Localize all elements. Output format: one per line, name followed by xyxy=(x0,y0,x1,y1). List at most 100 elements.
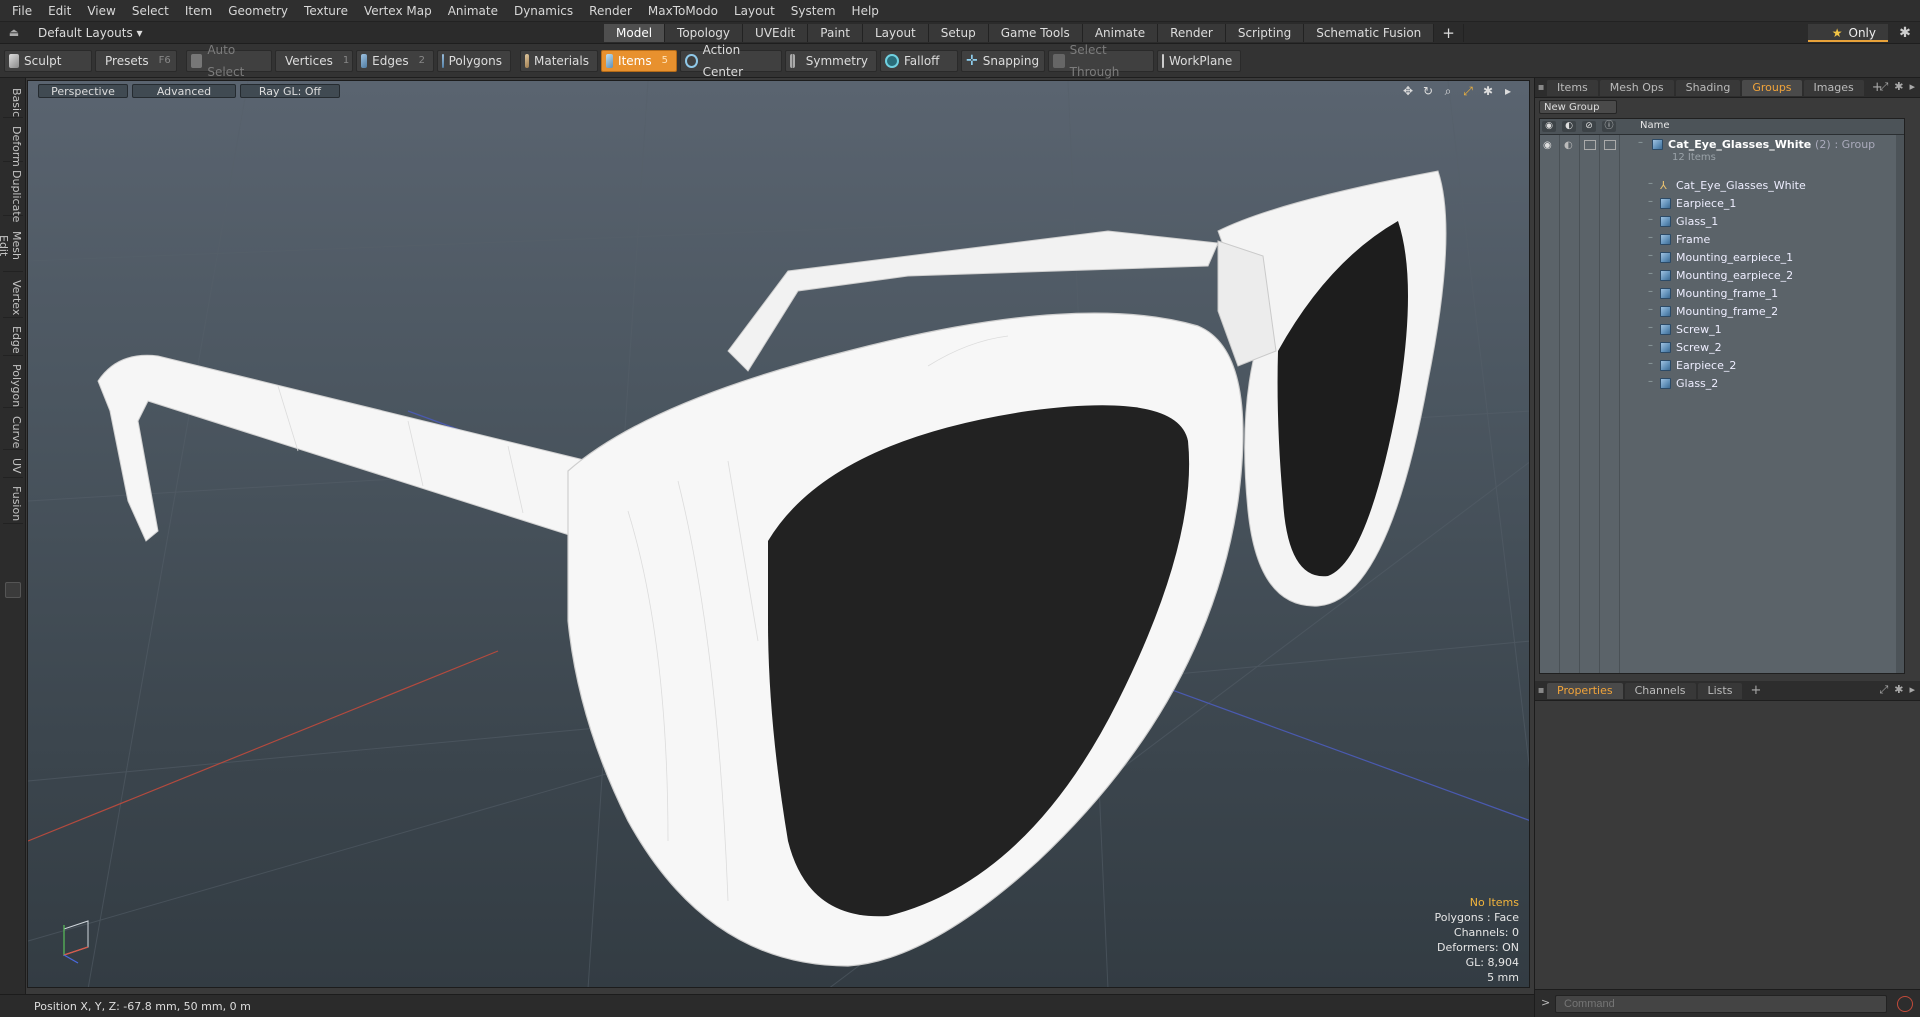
menu-help[interactable]: Help xyxy=(844,0,887,22)
expand-properties-icon[interactable]: ⤢ xyxy=(1879,683,1888,697)
list-item[interactable]: – Glass_2 xyxy=(1540,375,1904,393)
tab-images[interactable]: Images xyxy=(1803,79,1864,96)
add-tab-button[interactable]: + xyxy=(1434,24,1464,42)
tool-panel-toggle[interactable] xyxy=(5,582,21,598)
vtab-fusion[interactable]: Fusion xyxy=(3,482,23,524)
new-group-button[interactable]: New Group xyxy=(1539,100,1617,114)
record-macro-icon[interactable] xyxy=(1897,996,1913,1012)
list-item[interactable]: – ⅄ Cat_Eye_Glasses_White xyxy=(1540,177,1904,195)
visibility-header-icon[interactable]: ◉ xyxy=(1542,121,1556,132)
falloff-button[interactable]: Falloff xyxy=(880,49,958,72)
list-item[interactable]: – Screw_1 xyxy=(1540,321,1904,339)
presets-button[interactable]: Presets F6 xyxy=(95,49,177,72)
list-item[interactable]: – Earpiece_1 xyxy=(1540,195,1904,213)
menu-geometry[interactable]: Geometry xyxy=(220,0,296,22)
vtab-vertex[interactable]: Vertex xyxy=(3,276,23,318)
tab-channels[interactable]: Channels xyxy=(1624,682,1696,699)
select-header-icon[interactable]: ⓘ xyxy=(1602,121,1616,132)
add-properties-tab-icon[interactable]: + xyxy=(1744,683,1767,698)
select-through-button[interactable]: Select Through xyxy=(1048,43,1154,79)
auto-select-button[interactable]: Auto Select xyxy=(186,43,272,79)
sculpt-button[interactable]: Sculpt xyxy=(4,49,92,72)
menu-edit[interactable]: Edit xyxy=(40,0,79,22)
tab-shading[interactable]: Shading xyxy=(1675,79,1741,96)
raygl-button[interactable]: Ray GL: Off xyxy=(240,84,340,98)
menu-vertex-map[interactable]: Vertex Map xyxy=(356,0,440,22)
menu-layout[interactable]: Layout xyxy=(726,0,783,22)
tab-layout[interactable]: Layout xyxy=(862,24,929,42)
menu-view[interactable]: View xyxy=(79,0,123,22)
panel-menu-icon[interactable]: ▸ xyxy=(1909,80,1915,94)
properties-grip-icon[interactable]: ▪ xyxy=(1535,685,1547,696)
properties-settings-icon[interactable]: ✱ xyxy=(1894,683,1903,697)
menu-texture[interactable]: Texture xyxy=(296,0,356,22)
vtab-uv[interactable]: UV xyxy=(3,454,23,478)
vtab-deform[interactable]: Deform xyxy=(3,122,23,167)
menu-maxtomodo[interactable]: MaxToModo xyxy=(640,0,726,22)
list-item[interactable]: – Earpiece_2 xyxy=(1540,357,1904,375)
vtab-mesh-edit[interactable]: Mesh Edit xyxy=(0,220,23,272)
3d-viewport[interactable]: Perspective Advanced Ray GL: Off ✥ ↻ ⌕ ⤢… xyxy=(27,80,1530,988)
collapse-icon[interactable]: – xyxy=(1638,137,1643,148)
expand-panel-icon[interactable]: ⤢ xyxy=(1879,80,1888,94)
menu-dynamics[interactable]: Dynamics xyxy=(506,0,581,22)
command-input[interactable] xyxy=(1555,995,1887,1013)
menu-animate[interactable]: Animate xyxy=(440,0,506,22)
tab-render[interactable]: Render xyxy=(1158,24,1226,42)
list-item[interactable]: – Mounting_frame_1 xyxy=(1540,285,1904,303)
tab-lists[interactable]: Lists xyxy=(1697,682,1743,699)
properties-menu-icon[interactable]: ▸ xyxy=(1909,683,1915,697)
materials-button[interactable]: Materials xyxy=(520,49,598,72)
panel-grip-icon[interactable]: ▪ xyxy=(1535,82,1547,93)
move-view-icon[interactable]: ✥ xyxy=(1401,84,1415,99)
shading-mode-button[interactable]: Advanced xyxy=(132,84,236,98)
vtab-duplicate[interactable]: Duplicate xyxy=(3,166,23,222)
snapping-button[interactable]: ✛ Snapping xyxy=(961,49,1045,72)
view-mode-button[interactable]: Perspective xyxy=(38,84,128,98)
tab-setup[interactable]: Setup xyxy=(928,24,989,42)
vertices-button[interactable]: Vertices 1 xyxy=(275,49,353,72)
vtab-edge[interactable]: Edge xyxy=(3,322,23,356)
select-toggle[interactable] xyxy=(1604,140,1616,150)
vtab-curve[interactable]: Curve xyxy=(3,412,23,450)
panel-settings-icon[interactable]: ✱ xyxy=(1894,80,1903,94)
viewport-settings-icon[interactable]: ✱ xyxy=(1481,84,1495,99)
workplane-button[interactable]: WorkPlane xyxy=(1157,49,1241,72)
action-center-button[interactable]: Action Center xyxy=(680,43,782,79)
group-row[interactable]: ◉ ◐ – Cat_Eye_Glasses_White (2) : Group xyxy=(1540,136,1904,154)
tab-paint[interactable]: Paint xyxy=(808,24,863,42)
items-button[interactable]: Items 5 xyxy=(601,49,677,72)
list-item[interactable]: – Mounting_earpiece_1 xyxy=(1540,249,1904,267)
eye-icon[interactable]: ◉ xyxy=(1543,140,1555,151)
layout-arrow-icon[interactable]: ⏏ xyxy=(0,26,28,39)
vtab-polygon[interactable]: Polygon xyxy=(3,360,23,408)
tab-model[interactable]: Model xyxy=(604,24,666,42)
menu-item[interactable]: Item xyxy=(177,0,220,22)
vtab-basic[interactable]: Basic xyxy=(3,84,23,118)
list-item[interactable]: – Mounting_frame_2 xyxy=(1540,303,1904,321)
render-toggle-icon[interactable]: ◐ xyxy=(1564,140,1576,151)
tab-groups[interactable]: Groups xyxy=(1742,79,1802,96)
polygons-button[interactable]: Polygons xyxy=(437,49,511,72)
menu-select[interactable]: Select xyxy=(124,0,177,22)
tab-properties[interactable]: Properties xyxy=(1547,682,1623,699)
menu-render[interactable]: Render xyxy=(581,0,640,22)
list-item[interactable]: – Mounting_earpiece_2 xyxy=(1540,267,1904,285)
render-header-icon[interactable]: ◐ xyxy=(1562,121,1576,132)
menu-file[interactable]: File xyxy=(4,0,40,22)
tab-schematic-fusion[interactable]: Schematic Fusion xyxy=(1304,24,1435,42)
tab-scripting[interactable]: Scripting xyxy=(1225,24,1305,42)
tab-mesh-ops[interactable]: Mesh Ops xyxy=(1599,79,1674,96)
list-item[interactable]: – Frame xyxy=(1540,231,1904,249)
zoom-view-icon[interactable]: ⌕ xyxy=(1441,84,1455,99)
edges-button[interactable]: Edges 2 xyxy=(356,49,434,72)
rotate-view-icon[interactable]: ↻ xyxy=(1421,84,1435,99)
symmetry-button[interactable]: Symmetry xyxy=(785,49,877,72)
only-toggle[interactable]: ★ Only xyxy=(1807,24,1888,42)
tab-items[interactable]: Items xyxy=(1547,79,1598,96)
fit-view-icon[interactable]: ⤢ xyxy=(1461,84,1475,99)
lock-header-icon[interactable]: ⊘ xyxy=(1582,121,1596,132)
menu-system[interactable]: System xyxy=(783,0,844,22)
viewport-menu-icon[interactable]: ▸ xyxy=(1501,84,1515,99)
lock-toggle[interactable] xyxy=(1584,140,1596,150)
